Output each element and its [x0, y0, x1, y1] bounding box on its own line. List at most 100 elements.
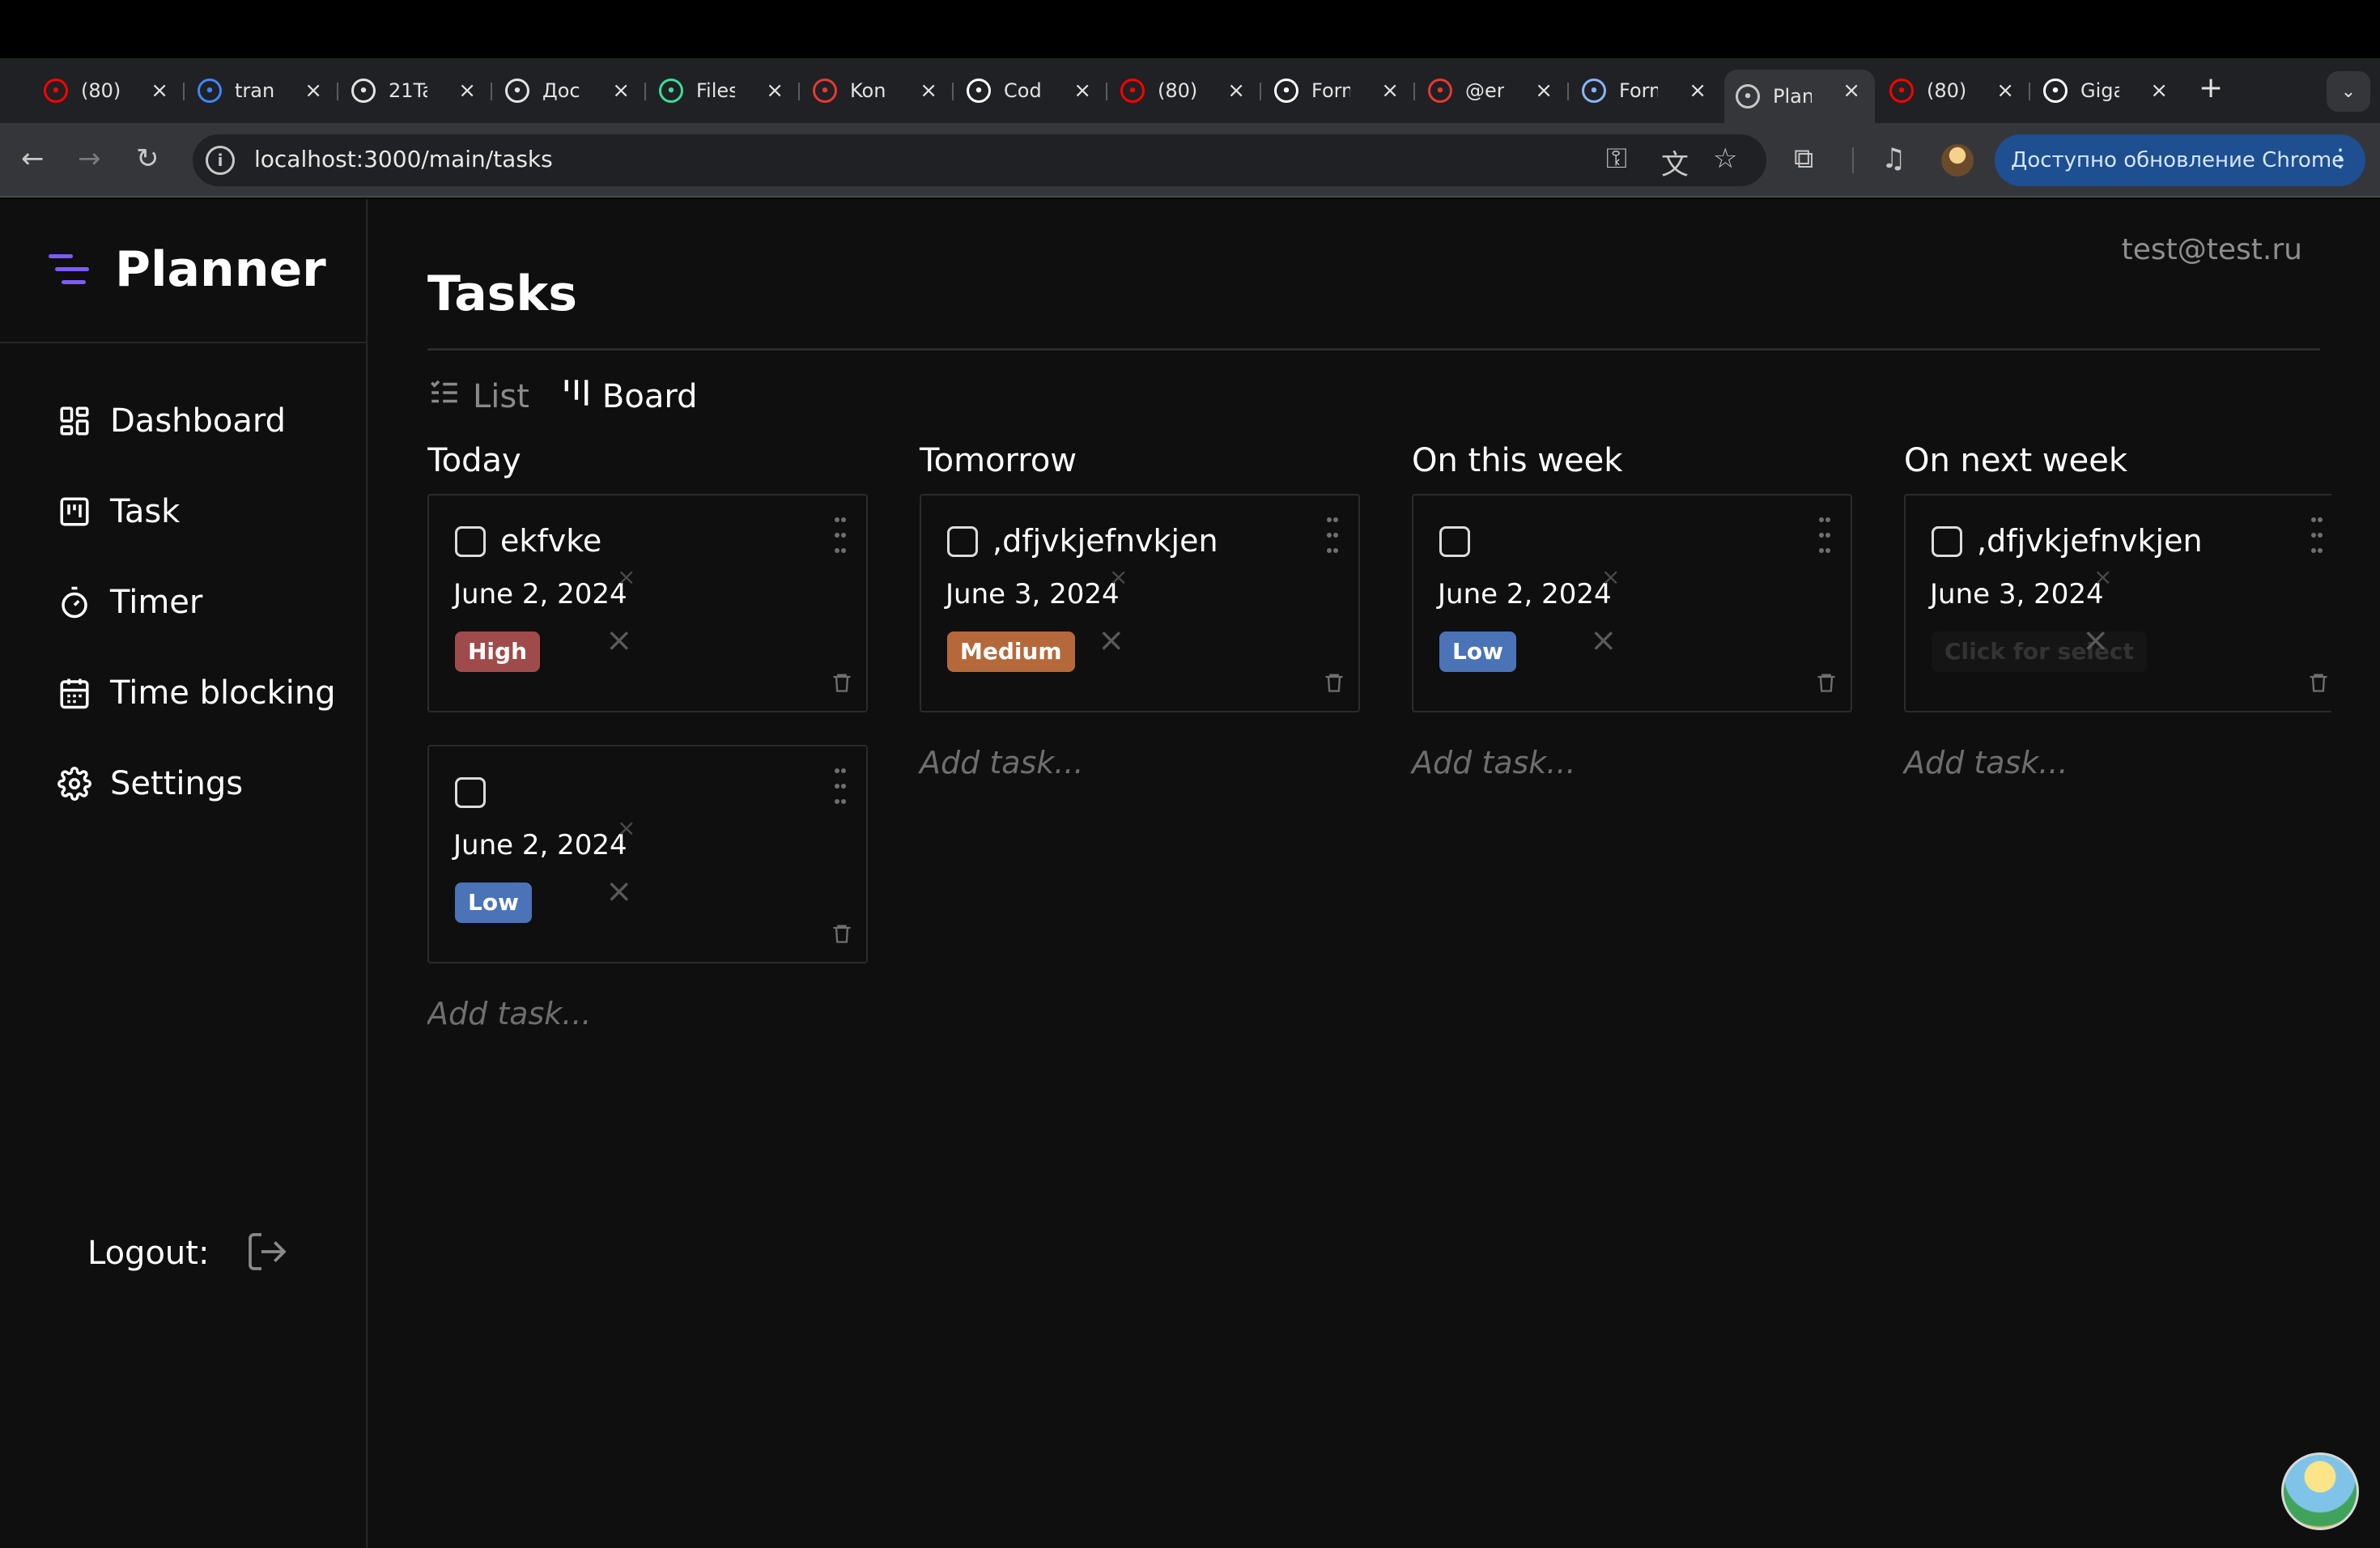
bookmark-star-icon[interactable]: ☆: [1713, 142, 1737, 175]
close-icon[interactable]: ×: [920, 79, 937, 102]
clear-priority-icon[interactable]: ×: [606, 873, 633, 910]
browser-tab[interactable]: • (80) ×: [1878, 70, 2029, 112]
browser-tab[interactable]: • Code ×: [955, 70, 1106, 112]
forward-button[interactable]: →: [78, 142, 101, 175]
menu-logo-icon[interactable]: [49, 254, 89, 293]
task-card[interactable]: June 2, 2024 × Low ×: [427, 745, 868, 963]
trash-icon[interactable]: [1815, 670, 1838, 698]
tab-separator: [952, 83, 954, 100]
clear-date-icon[interactable]: ×: [617, 814, 635, 841]
clear-date-icon[interactable]: ×: [1109, 563, 1128, 590]
clear-priority-icon[interactable]: ×: [606, 622, 633, 659]
close-icon[interactable]: ×: [1996, 79, 2014, 102]
view-board-button[interactable]: Board: [562, 376, 697, 418]
extensions-icon[interactable]: ⧉: [1794, 142, 1813, 175]
browser-tab[interactable]: • translate ×: [186, 70, 337, 112]
close-icon[interactable]: ×: [458, 79, 476, 102]
browser-tab[interactable]: • Kon ×: [801, 70, 952, 112]
translate-icon[interactable]: 文: [1661, 142, 1689, 182]
task-checkbox[interactable]: [1932, 526, 1962, 557]
sidebar-item-task[interactable]: Task: [57, 487, 180, 536]
task-checkbox[interactable]: [455, 777, 486, 808]
task-card[interactable]: June 2, 2024 × Low ×: [1412, 494, 1852, 712]
drag-handle-icon[interactable]: [2310, 513, 2325, 559]
task-card[interactable]: ,dfjvkjefnvkjen June 3, 2024 × Click for se…: [1904, 494, 2331, 712]
task-date-field[interactable]: June 3, 2024: [946, 578, 1120, 610]
browser-tab[interactable]: • 21Ta ×: [340, 70, 491, 112]
media-controls-icon[interactable]: ♫: [1881, 142, 1906, 175]
trash-icon[interactable]: [2307, 670, 2330, 698]
task-date-field[interactable]: June 2, 2024: [453, 578, 627, 610]
chrome-update-button[interactable]: Доступно обновление Chrome ⋮: [1995, 134, 2365, 186]
view-list-button[interactable]: List: [427, 376, 529, 418]
url-text[interactable]: localhost:3000/main/tasks: [254, 146, 553, 172]
priority-badge[interactable]: High: [455, 632, 541, 672]
drag-handle-icon[interactable]: [1818, 513, 1833, 559]
browser-tab[interactable]: • Form ×: [1263, 70, 1413, 112]
clear-date-icon[interactable]: ×: [617, 563, 635, 590]
browser-tab[interactable]: • (80) ×: [32, 70, 183, 112]
clear-priority-icon[interactable]: ×: [2082, 622, 2110, 659]
task-name-input[interactable]: ekfvke: [500, 523, 601, 559]
priority-badge[interactable]: Medium: [947, 632, 1075, 672]
drag-handle-icon[interactable]: [834, 513, 848, 559]
task-date-field[interactable]: June 2, 2024: [1438, 578, 1612, 610]
close-icon[interactable]: ×: [766, 79, 784, 102]
task-name-input[interactable]: ,dfjvkjefnvkjen: [1977, 523, 2203, 559]
close-icon[interactable]: ×: [612, 79, 630, 102]
task-checkbox[interactable]: [455, 526, 486, 557]
assistant-avatar-button[interactable]: [2281, 1452, 2359, 1530]
sidebar-item-dashboard[interactable]: Dashboard: [57, 397, 286, 445]
task-date-field[interactable]: June 3, 2024: [1930, 578, 2104, 610]
close-icon[interactable]: ×: [1073, 79, 1091, 102]
trash-icon[interactable]: [831, 670, 853, 698]
drag-handle-icon[interactable]: [1326, 513, 1341, 559]
clear-date-icon[interactable]: ×: [1601, 563, 1620, 590]
browser-tab[interactable]: • Form ×: [1570, 70, 1721, 112]
reload-button[interactable]: ↻: [136, 142, 159, 175]
browser-tab[interactable]: • Plan ×: [1724, 70, 1875, 123]
close-icon[interactable]: ×: [304, 79, 322, 102]
task-checkbox[interactable]: [947, 526, 978, 557]
add-task-button[interactable]: Add task...: [1412, 745, 1576, 780]
task-checkbox[interactable]: [1439, 526, 1470, 557]
priority-badge[interactable]: Low: [1439, 632, 1516, 672]
close-icon[interactable]: ×: [1535, 79, 1553, 102]
tab-search-button[interactable]: ⌄: [2327, 71, 2370, 112]
close-icon[interactable]: ×: [1227, 79, 1245, 102]
logout-icon[interactable]: [244, 1229, 290, 1278]
close-icon[interactable]: ×: [2150, 79, 2168, 102]
close-icon[interactable]: ×: [1842, 79, 1860, 102]
task-name-input[interactable]: ,dfjvkjefnvkjen: [992, 523, 1218, 559]
close-icon[interactable]: ×: [151, 79, 168, 102]
task-card[interactable]: ,dfjvkjefnvkjen June 3, 2024 × Medium ×: [920, 494, 1360, 712]
priority-badge[interactable]: Low: [455, 882, 532, 923]
profile-avatar[interactable]: [1941, 144, 1974, 176]
browser-tab[interactable]: • Доc ×: [494, 70, 644, 112]
browser-tab[interactable]: • Giga ×: [2032, 70, 2182, 112]
add-task-button[interactable]: Add task...: [920, 745, 1084, 780]
trash-icon[interactable]: [1323, 670, 1345, 698]
back-button[interactable]: ←: [21, 142, 45, 175]
browser-tab[interactable]: • Files ×: [648, 70, 798, 112]
drag-handle-icon[interactable]: [834, 764, 848, 810]
trash-icon[interactable]: [831, 921, 853, 949]
sidebar-item-timer[interactable]: Timer: [57, 578, 202, 627]
new-tab-button[interactable]: +: [2199, 71, 2223, 104]
sidebar-item-settings[interactable]: Settings: [57, 759, 243, 808]
close-icon[interactable]: ×: [1689, 79, 1706, 102]
priority-badge[interactable]: Click for select: [1932, 632, 2147, 672]
site-info-icon[interactable]: i: [206, 146, 235, 175]
sidebar-item-time-blocking[interactable]: Time blocking: [57, 669, 336, 717]
close-icon[interactable]: ×: [1381, 79, 1399, 102]
task-date-field[interactable]: June 2, 2024: [453, 829, 627, 861]
browser-tab[interactable]: • @en ×: [1417, 70, 1567, 112]
clear-date-icon[interactable]: ×: [2093, 563, 2112, 590]
add-task-button[interactable]: Add task...: [1904, 745, 2068, 780]
clear-priority-icon[interactable]: ×: [1590, 622, 1617, 659]
password-key-icon[interactable]: ⚿: [1606, 142, 1627, 175]
task-card[interactable]: ekfvke June 2, 2024 × High ×: [427, 494, 868, 712]
add-task-button[interactable]: Add task...: [427, 996, 592, 1031]
clear-priority-icon[interactable]: ×: [1098, 622, 1125, 659]
browser-tab[interactable]: • (80) ×: [1109, 70, 1260, 112]
